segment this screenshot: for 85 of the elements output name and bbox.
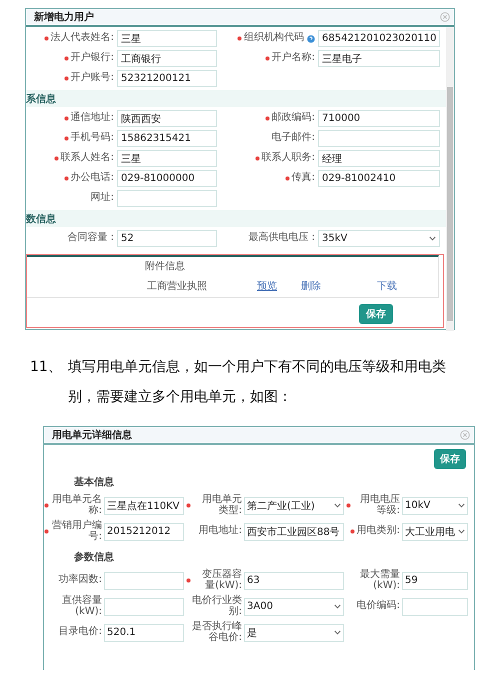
input-field[interactable] — [104, 572, 184, 590]
instruction-text: 填写用电单元信息，如一个用户下有不同的电压等级和用电类别，需要建立多个用电单元，如图： — [68, 358, 446, 407]
field-label: 目录电价: — [58, 627, 102, 638]
field-label: 开户名称: — [272, 53, 315, 64]
chevron-down-icon — [458, 503, 465, 508]
field-label: 最大需量(kW): — [359, 570, 400, 591]
input-field[interactable] — [117, 190, 217, 207]
input-field[interactable]: 520.1 — [104, 624, 184, 642]
input-field[interactable]: 15862315421 — [117, 130, 217, 147]
field-label: 用电单元名称: — [51, 495, 102, 516]
section-heading: 数信息 — [26, 212, 56, 226]
input-field[interactable]: 西安市工业园区88号 — [244, 522, 344, 540]
field-label: 手机号码: — [70, 133, 114, 144]
save-button[interactable]: 保存 — [434, 449, 466, 469]
input-field[interactable] — [402, 598, 468, 616]
select-field[interactable]: 是 — [244, 624, 344, 642]
table-title: 附件信息 — [144, 260, 185, 273]
field-label: 营销用户编号: — [51, 521, 102, 542]
chevron-down-icon — [334, 630, 341, 635]
input-field[interactable] — [104, 598, 184, 616]
input-field[interactable]: 63 — [244, 572, 344, 590]
input-field[interactable]: 经理 — [318, 150, 440, 167]
input-field[interactable]: 59 — [402, 572, 468, 590]
close-icon[interactable] — [440, 12, 450, 22]
chevron-down-icon — [334, 503, 341, 508]
input-field[interactable] — [318, 130, 440, 147]
field-label: 邮政编码: — [272, 113, 315, 124]
help-icon[interactable] — [307, 34, 315, 42]
input-field[interactable]: 2015212012 — [104, 522, 184, 540]
section-heading: 基本信息 — [74, 476, 114, 489]
field-label: 是否执行峰谷电价: — [191, 622, 242, 643]
scrollbar[interactable] — [446, 27, 454, 331]
field-label: 联系人姓名: — [60, 153, 114, 164]
field-label: 办公电话: — [70, 173, 114, 184]
close-icon[interactable] — [460, 430, 470, 440]
save-button[interactable]: 保存 — [359, 304, 393, 324]
link[interactable]: 下载 — [377, 279, 397, 293]
field-label: 合同容量 : — [67, 233, 114, 244]
section-heading: 系信息 — [26, 92, 56, 106]
field-label: 用电电压等级: — [359, 495, 400, 516]
select-field[interactable]: 10kV — [402, 496, 468, 514]
dialog-title: 用电单元详细信息 — [52, 428, 132, 442]
input-field[interactable]: 三星点在110KV — [104, 496, 184, 514]
field-label: 最高供电电压 : — [248, 233, 315, 244]
field-label: 电子邮件: — [272, 133, 315, 144]
input-field[interactable]: 三星 — [117, 150, 217, 167]
field-label: 网址: — [90, 193, 114, 204]
table-cell-text: 工商营业执照 — [147, 280, 207, 293]
field-label: 组织机构代码 — [244, 33, 304, 44]
field-label: 开户账号: — [70, 73, 114, 84]
input-field[interactable]: 52321200121 — [117, 70, 217, 87]
input-field[interactable]: 029-81000000 — [117, 170, 217, 187]
chevron-down-icon — [429, 236, 436, 241]
field-label: 通信地址: — [70, 113, 114, 124]
input-field[interactable]: 工商银行 — [117, 50, 217, 67]
section-heading: 参数信息 — [74, 550, 114, 564]
link[interactable]: 删除 — [301, 279, 321, 293]
field-label: 开户银行: — [70, 53, 114, 64]
link[interactable]: 预览 — [257, 279, 277, 293]
input-field[interactable]: 三星电子 — [318, 50, 440, 67]
field-label: 变压器容量(kW): — [201, 570, 242, 591]
input-field[interactable]: 三星 — [117, 30, 217, 47]
dialog-title: 新增电力用户 — [34, 10, 94, 24]
field-label: 用电类别: — [356, 526, 400, 537]
field-label: 用电单元类型: — [201, 495, 242, 516]
chevron-down-icon — [458, 529, 465, 534]
field-label: 传真: — [292, 173, 315, 184]
input-field[interactable]: 029-81002410 — [318, 170, 440, 187]
input-field[interactable]: 685421201023020110 — [318, 30, 440, 47]
field-label: 电价行业类别: — [191, 596, 242, 617]
input-field[interactable]: 710000 — [318, 110, 440, 127]
chevron-down-icon — [334, 604, 341, 609]
field-label: 电价编码: — [356, 601, 400, 612]
field-label: 直供容量(kW): — [61, 596, 102, 617]
field-label: 联系人职务: — [262, 153, 315, 164]
select-field[interactable]: 第二产业(工业) — [244, 496, 344, 514]
field-label: 功率因数: — [58, 575, 102, 586]
field-label: 用电地址: — [198, 526, 242, 537]
select-field[interactable]: 大工业用电 — [402, 522, 468, 540]
select-field[interactable]: 35kV — [318, 230, 440, 247]
input-field[interactable]: 陕西西安 — [117, 110, 217, 127]
select-field[interactable]: 3A00 — [244, 598, 344, 616]
field-label: 法人代表姓名: — [50, 33, 114, 44]
input-field[interactable]: 52 — [117, 230, 217, 247]
step-number: 11、 — [30, 358, 62, 377]
